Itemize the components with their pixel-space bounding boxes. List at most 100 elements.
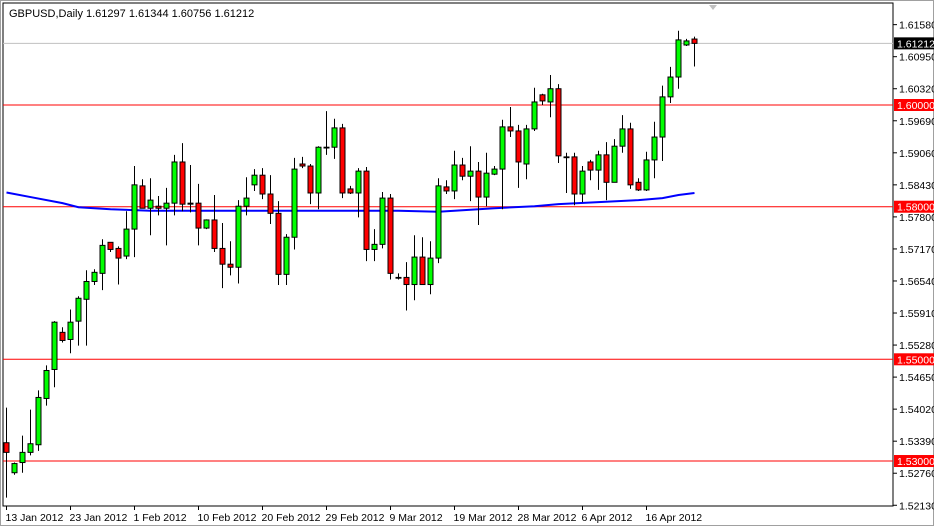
chart-window: 1.61580 1.60950 1.60320 1.59690 1.59060 1.584…	[0, 0, 934, 526]
candle-body-bull	[499, 126, 506, 170]
plot-area	[2, 2, 894, 507]
chart-ohlc-readout: 1.61297 1.61344 1.60756 1.61212	[86, 8, 254, 20]
candle-body-bear	[155, 205, 162, 209]
x-tick-label: 20 Feb 2012	[262, 512, 321, 524]
candle-body-bull	[643, 159, 650, 191]
candle-body-bull	[131, 184, 138, 230]
x-tick-label: 23 Jan 2012	[70, 512, 128, 524]
y-tick-label: 1.58430	[899, 180, 934, 192]
candle-body-bear	[635, 181, 642, 191]
candle-body-bear	[179, 161, 186, 205]
candle-body-bear	[339, 127, 346, 194]
candle[interactable]	[379, 191, 386, 249]
level-price-label: 1.55000	[897, 354, 934, 366]
candle-body-bull	[395, 276, 402, 279]
candle-body-bull	[315, 146, 322, 194]
candle-body-bull	[611, 145, 618, 183]
candle[interactable]	[387, 194, 394, 280]
candle-body-bear	[323, 146, 330, 149]
candle-body-bull	[331, 127, 338, 148]
candle-body-bear	[475, 170, 482, 198]
y-tick-label: 1.60950	[899, 52, 934, 64]
candle-body-bear	[691, 38, 698, 44]
candle-body-bear	[227, 263, 234, 268]
candle-body-bull	[379, 197, 386, 245]
candle-body-bull	[19, 451, 26, 464]
x-tick-label: 13 Jan 2012	[6, 512, 64, 524]
candle[interactable]	[339, 123, 346, 199]
y-tick-label: 1.52130	[899, 500, 934, 512]
candle-body-bull	[547, 88, 554, 103]
candle-body-bull	[451, 164, 458, 192]
candle-body-bear	[363, 170, 370, 250]
x-tick-label: 6 Apr 2012	[582, 512, 633, 524]
x-tick-label: 16 Apr 2012	[646, 512, 703, 524]
candle[interactable]	[291, 157, 298, 250]
candle[interactable]	[275, 201, 282, 286]
candle-body-bear	[195, 202, 202, 229]
candle[interactable]	[35, 390, 42, 451]
candle-body-bear	[587, 161, 594, 171]
candle-body-bear	[115, 247, 122, 259]
candle-body-bear	[187, 202, 194, 205]
candle[interactable]	[363, 167, 370, 262]
candle-body-bear	[507, 126, 514, 132]
candle[interactable]	[435, 178, 442, 264]
y-tick-label: 1.56540	[899, 276, 934, 288]
candle-body-bull	[523, 128, 530, 165]
y-tick-label: 1.55910	[899, 308, 934, 320]
candle-body-bull	[35, 396, 42, 446]
candle-body-bull	[667, 76, 674, 98]
y-tick-label: 1.54650	[899, 372, 934, 384]
candle-body-bull	[203, 219, 210, 229]
x-tick-label: 9 Mar 2012	[390, 512, 443, 524]
y-tick-label: 1.55280	[899, 340, 934, 352]
candle-body-bull	[675, 39, 682, 78]
current-price-label: 1.61212	[897, 38, 934, 50]
candle-body-bear	[387, 197, 394, 274]
candle-body-bull	[283, 236, 290, 275]
candle-body-bull	[251, 174, 258, 186]
candle-body-bear	[299, 163, 306, 167]
candle-body-bull	[683, 40, 690, 46]
candle-body-bear	[603, 154, 610, 183]
candle-body-bull	[563, 156, 570, 159]
chart-symbol-title: GBPUSD,Daily	[9, 8, 83, 20]
candle-body-bull	[67, 321, 74, 340]
y-tick-label: 1.54020	[899, 404, 934, 416]
candle-body-bear	[403, 276, 410, 286]
y-tick-label: 1.52760	[899, 468, 934, 480]
price-chart[interactable]: 1.61580 1.60950 1.60320 1.59690 1.59060 1.584…	[1, 1, 934, 527]
candle[interactable]	[203, 219, 210, 230]
candle-body-bear	[555, 88, 562, 157]
y-tick-label: 1.53390	[899, 436, 934, 448]
candle-body-bear	[211, 219, 218, 249]
candle-body-bull	[243, 197, 250, 207]
candle-body-bear	[275, 212, 282, 275]
candle-body-bull	[147, 199, 154, 209]
candle-body-bull	[51, 321, 58, 370]
candle-body-bull	[123, 228, 130, 257]
candle-body-bear	[571, 156, 578, 195]
candle-body-bull	[75, 297, 82, 322]
x-tick-label: 1 Feb 2012	[134, 512, 187, 524]
candle-body-bear	[219, 247, 226, 265]
candle-body-bear	[515, 130, 522, 163]
candle-body-bull	[651, 136, 658, 161]
candle[interactable]	[627, 122, 634, 189]
candle-body-bear	[3, 442, 10, 453]
candle-body-bull	[11, 463, 18, 474]
candle-body-bull	[43, 369, 50, 399]
candle-body-bull	[27, 443, 34, 453]
candle-body-bear	[107, 241, 114, 250]
candle[interactable]	[555, 84, 562, 163]
candle-body-bear	[259, 174, 266, 195]
candle-body-bull	[435, 185, 442, 259]
y-tick-label: 1.60320	[899, 84, 934, 96]
level-price-label: 1.58000	[897, 202, 934, 214]
candle[interactable]	[11, 462, 18, 475]
x-tick-label: 29 Feb 2012	[326, 512, 385, 524]
candle-body-bull	[619, 128, 626, 147]
candle-body-bear	[347, 188, 354, 194]
candle-body-bull	[491, 168, 498, 175]
